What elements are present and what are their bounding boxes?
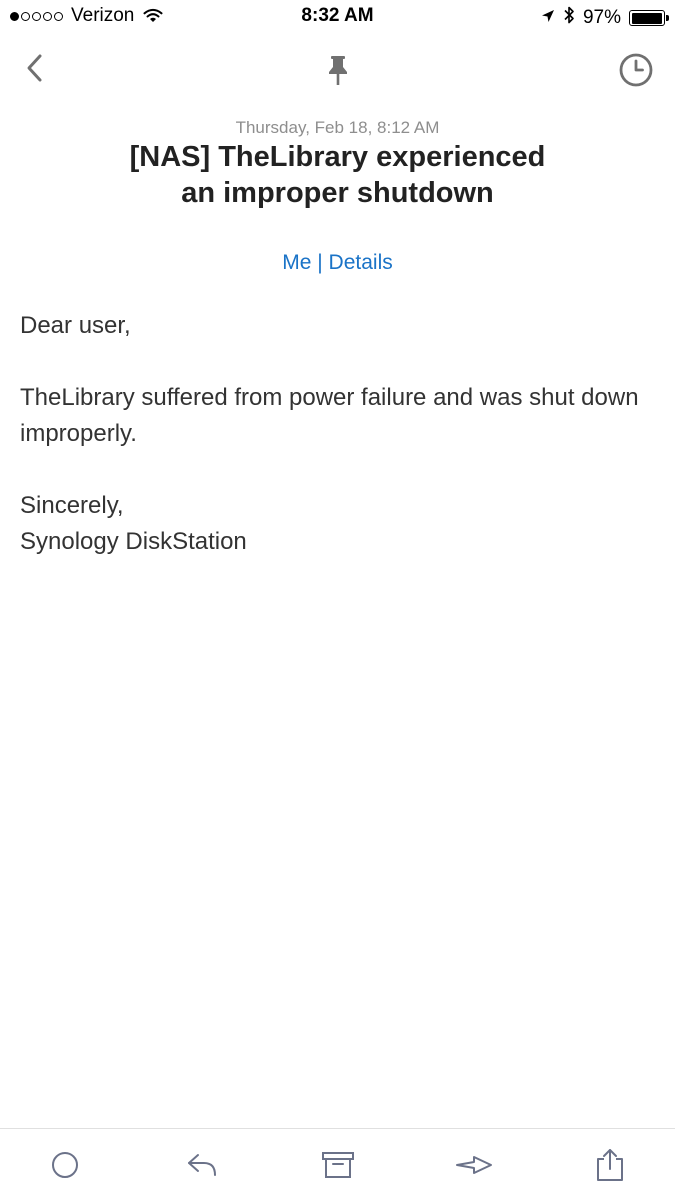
clock-icon	[619, 53, 653, 87]
archive-icon	[322, 1152, 354, 1178]
battery-level	[631, 12, 662, 24]
pin-button[interactable]	[318, 48, 358, 92]
chevron-left-icon	[27, 54, 42, 82]
status-bar: Verizon 8:32 AM 97%	[0, 0, 675, 34]
circle-icon	[52, 1152, 78, 1178]
bottom-toolbar	[0, 1128, 675, 1201]
message-date: Thursday, Feb 18, 8:12 AM	[235, 118, 440, 137]
body-greeting: Dear user,	[20, 312, 131, 339]
snooze-button[interactable]	[614, 48, 658, 92]
details-link[interactable]: Details	[329, 251, 393, 274]
reply-button[interactable]	[180, 1143, 224, 1187]
pin-icon	[329, 56, 347, 85]
battery-icon	[629, 10, 669, 26]
forward-icon	[456, 1156, 492, 1174]
body-paragraph: TheLibrary suffered from power failure a…	[20, 384, 639, 447]
battery-percent: 97%	[582, 7, 621, 28]
recipient-me-link[interactable]: Me	[282, 251, 311, 274]
body-signoff: Sincerely, Synology DiskStation	[20, 488, 640, 560]
archive-button[interactable]	[316, 1143, 360, 1187]
share-button[interactable]	[588, 1143, 632, 1187]
recipient-separator: |	[311, 251, 329, 274]
back-button[interactable]	[14, 48, 54, 88]
reply-icon	[188, 1154, 216, 1176]
forward-button[interactable]	[452, 1143, 496, 1187]
body-signature: Synology DiskStation	[20, 528, 247, 555]
share-icon	[597, 1149, 623, 1181]
recipients-line: Me | Details	[0, 251, 675, 275]
location-arrow-icon	[541, 7, 555, 29]
message-body: Dear user, TheLibrary suffered from powe…	[20, 308, 640, 560]
body-closing: Sincerely,	[20, 492, 124, 519]
bluetooth-icon	[563, 5, 575, 31]
status-right: 97%	[541, 5, 669, 31]
mark-done-button[interactable]	[43, 1143, 87, 1187]
message-subject: [NAS] TheLibrary experienced an improper…	[129, 141, 546, 209]
